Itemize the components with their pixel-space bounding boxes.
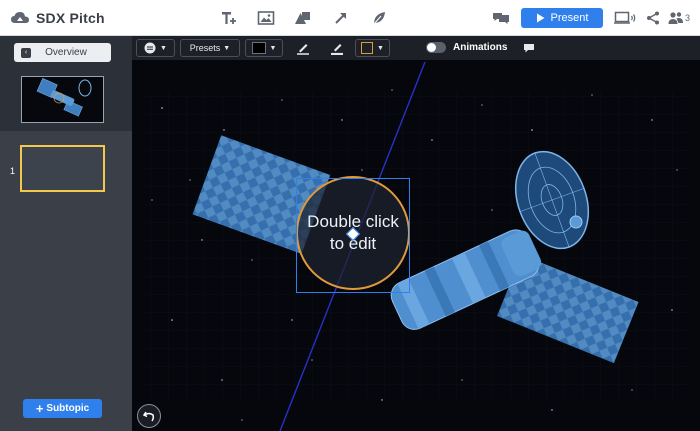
arrow-tool-icon[interactable] xyxy=(331,8,351,28)
subtopic-label: Subtopic xyxy=(46,403,90,414)
image-tool-icon[interactable] xyxy=(256,8,276,28)
slide-canvas[interactable]: ▼ Presets ▼ ▼ ▼ Animations Double click … xyxy=(132,36,700,431)
share-icon[interactable] xyxy=(643,8,663,28)
speech-bubble-icon xyxy=(524,43,534,52)
border-pen-icon xyxy=(331,44,343,55)
fill-color-dropdown[interactable]: ▼ xyxy=(245,39,283,57)
chevron-down-icon: ▼ xyxy=(377,44,384,52)
satellite-thumbnail-image xyxy=(22,77,103,122)
present-label: Present xyxy=(550,12,589,24)
collaborator-count: 3 xyxy=(684,13,690,23)
border-style-button[interactable] xyxy=(328,39,346,57)
slide-sidebar: ‹ Overview 1 + Subtopic xyxy=(0,36,132,431)
circle-shape-icon xyxy=(144,42,156,54)
top-bar: SDX Pitch Present 3 xyxy=(0,0,700,36)
present-button[interactable]: Present xyxy=(521,8,603,28)
shape-type-dropdown[interactable]: ▼ xyxy=(136,39,175,57)
collaborators-icon xyxy=(668,12,683,24)
collaborators-button[interactable]: 3 xyxy=(666,8,692,28)
shape-format-toolbar: ▼ Presets ▼ ▼ ▼ Animations xyxy=(132,36,700,60)
border-color-swatch xyxy=(361,42,374,54)
satellite-background-image xyxy=(132,60,700,431)
back-icon: ‹ xyxy=(21,47,31,58)
presentation-title[interactable]: SDX Pitch xyxy=(36,10,105,26)
device-preview-icon[interactable] xyxy=(614,8,636,28)
chevron-down-icon: ▼ xyxy=(223,44,231,52)
presets-label: Presets xyxy=(189,43,221,53)
overview-slide-thumbnail[interactable] xyxy=(21,76,104,123)
plus-icon: + xyxy=(35,401,44,416)
animations-toggle[interactable] xyxy=(426,42,446,53)
border-color-dropdown[interactable]: ▼ xyxy=(355,39,390,57)
pen-color-button[interactable] xyxy=(294,39,312,57)
comment-button[interactable] xyxy=(521,39,537,57)
chevron-down-icon: ▼ xyxy=(160,44,167,52)
chevron-down-icon: ▼ xyxy=(269,44,277,52)
add-subtopic-button[interactable]: + Subtopic xyxy=(23,399,102,418)
overview-panel: ‹ Overview xyxy=(0,36,132,131)
text-tool-icon[interactable] xyxy=(219,8,239,28)
overview-button[interactable]: ‹ Overview xyxy=(14,43,111,62)
play-icon xyxy=(536,13,545,23)
overview-label: Overview xyxy=(45,47,87,58)
slide-thumbnail-1[interactable] xyxy=(20,145,105,192)
animations-label: Animations xyxy=(453,42,508,53)
fill-color-swatch xyxy=(251,42,266,54)
shape-tool-icon[interactable] xyxy=(293,8,313,28)
leaf-tool-icon[interactable] xyxy=(369,8,389,28)
cloud-logo-icon[interactable] xyxy=(10,9,30,27)
presets-dropdown[interactable]: Presets ▼ xyxy=(180,39,240,57)
undo-button[interactable] xyxy=(137,404,161,428)
slide-number: 1 xyxy=(10,166,16,176)
comment-icon[interactable] xyxy=(491,8,511,28)
pen-icon xyxy=(297,44,309,55)
undo-icon xyxy=(143,411,155,422)
